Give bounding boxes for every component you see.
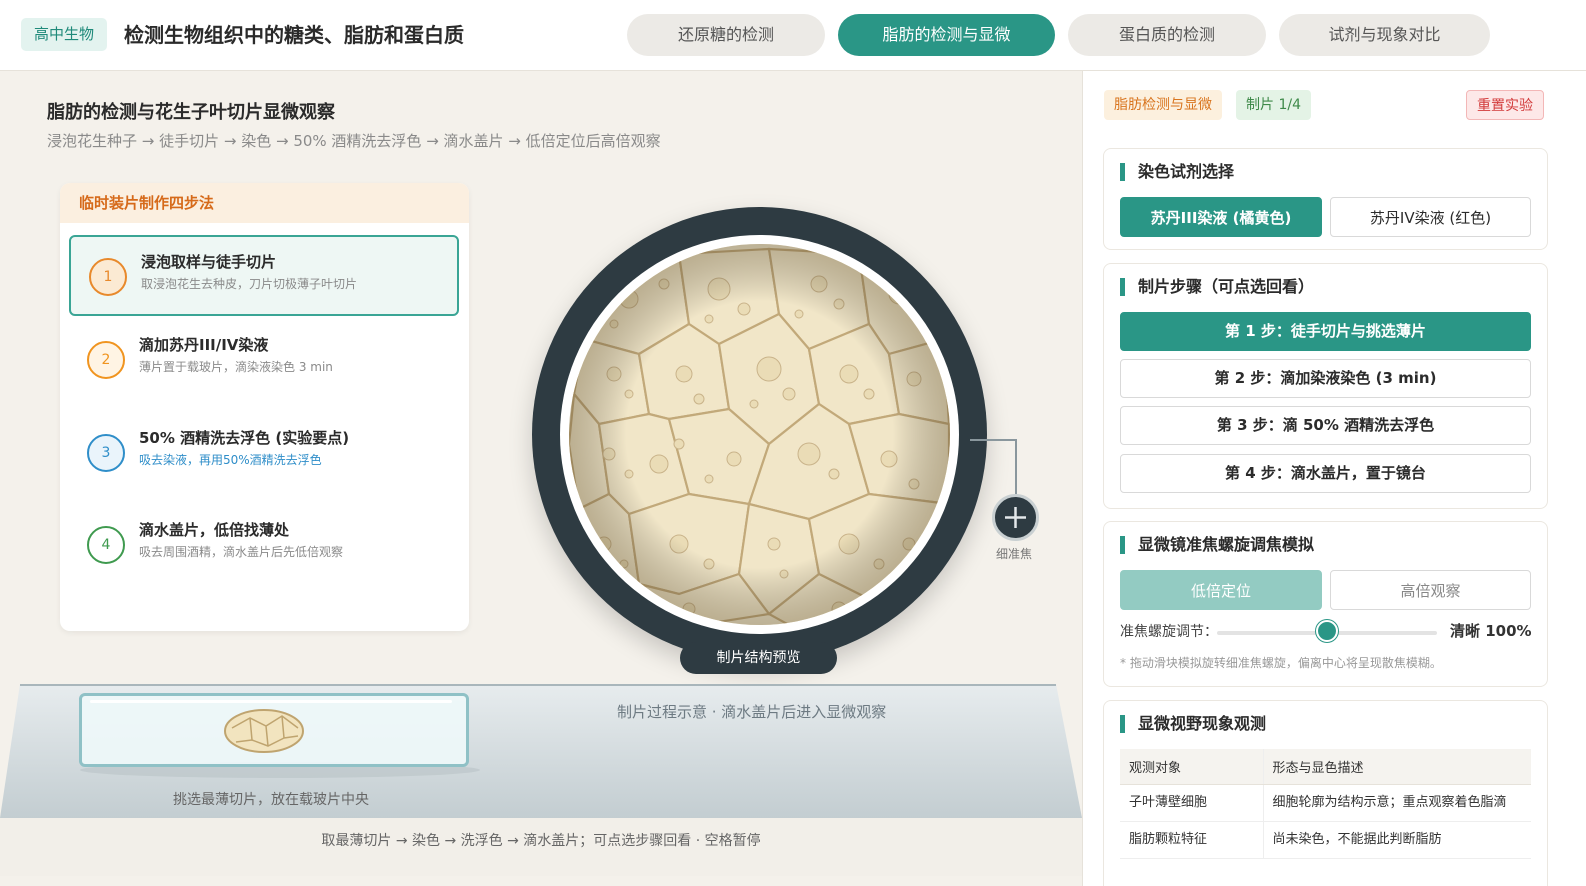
table-cell: 细胞轮廓为结构示意；重点观察着色脂滴 [1263, 784, 1531, 822]
procedure-step-2-button[interactable]: 第 2 步：滴加染液染色 (3 min) [1120, 359, 1531, 398]
prep-step-2[interactable]: 2 滴加苏丹III/IV染液 薄片置于载玻片，滴染液染色 3 min [69, 320, 459, 401]
sudan-iii-button[interactable]: 苏丹III染液 (橘黄色) [1120, 197, 1322, 237]
step-description: 吸去周围酒精，滴水盖片后先低倍观察 [139, 545, 344, 559]
step-title: 滴加苏丹III/IV染液 [139, 336, 269, 354]
prep-step-3[interactable]: 3 50% 酒精洗去浮色 (实验要点) 吸去染液，再用50%酒精洗去浮色 [69, 413, 459, 494]
focus-simulation-section: 显微镜准焦螺旋调焦模拟 低倍定位 高倍观察 准焦螺旋调节： 清晰 100% * … [1103, 521, 1548, 687]
stain-selection-section: 染色试剂选择 苏丹III染液 (橘黄色) 苏丹IV染液 (红色) [1103, 148, 1548, 250]
tab-reducing-sugar[interactable]: 还原糖的检测 [627, 14, 825, 56]
table-cell: 尚未染色，不能据此判断脂肪 [1263, 821, 1531, 859]
fine-focus-knob[interactable] [992, 494, 1039, 541]
tab-reagent-comparison[interactable]: 试剂与现象对比 [1279, 14, 1490, 56]
procedure-step-3-button[interactable]: 第 3 步：滴 50% 酒精洗去浮色 [1120, 406, 1531, 445]
bottom-hint: 取最薄切片 → 染色 → 洗浮色 → 滴水盖片；可点选步骤回看 · 空格暂停 [321, 833, 761, 849]
step-number-badge: 3 [87, 434, 125, 472]
sudan-iv-button[interactable]: 苏丹IV染液 (红色) [1330, 197, 1531, 237]
step-number-badge: 2 [87, 341, 125, 379]
column-header: 形态与显色描述 [1263, 749, 1531, 785]
prep-step-1[interactable]: 1 浸泡取样与徒手切片 取浸泡花生去种皮，刀片切极薄子叶切片 [69, 235, 459, 316]
procedure-step-4-button[interactable]: 第 4 步：滴水盖片，置于镜台 [1120, 454, 1531, 493]
table-header-row: 观测对象 形态与显色描述 [1120, 749, 1531, 785]
microscope-label: 制片结构预览 [680, 642, 837, 674]
focus-hint: * 拖动滑块模拟旋转细准焦螺旋，偏离中心将呈现散焦模糊。 [1120, 656, 1442, 670]
page-title: 检测生物组织中的糖类、脂肪和蛋白质 [124, 23, 464, 47]
steps-card-heading: 临时装片制作四步法 [60, 183, 469, 223]
low-power-button[interactable]: 低倍定位 [1120, 570, 1322, 610]
procedure-section: 制片步骤（可点选回看） 第 1 步：徒手切片与挑选薄片 第 2 步：滴加染液染色… [1103, 263, 1548, 509]
subject-badge: 高中生物 [21, 18, 108, 51]
reset-experiment-button[interactable]: 重置实验 [1466, 90, 1544, 120]
clarity-readout: 清晰 100% [1450, 622, 1532, 640]
step-description: 吸去染液，再用50%酒精洗去浮色 [139, 453, 322, 467]
process-caption: 制片过程示意 · 滴水盖片后进入显微观察 [617, 703, 887, 721]
prep-step-4[interactable]: 4 滴水盖片，低倍找薄处 吸去周围酒精，滴水盖片后先低倍观察 [69, 505, 459, 586]
step-number-badge: 4 [87, 526, 125, 564]
plus-icon [1005, 507, 1026, 528]
table-row: 子叶薄壁细胞 细胞轮廓为结构示意；重点观察着色脂滴 [1120, 784, 1531, 822]
step-title: 50% 酒精洗去浮色 (实验要点) [139, 429, 350, 447]
observation-section: 显微视野现象观测 观测对象 形态与显色描述 子叶薄壁细胞 细胞轮廓为结构示意；重… [1103, 700, 1548, 886]
observation-section-title: 显微视野现象观测 [1120, 715, 1266, 733]
cell-tissue-illustration [569, 244, 950, 625]
observation-table: 观测对象 形态与显色描述 子叶薄壁细胞 细胞轮廓为结构示意；重点观察着色脂滴 脂… [1120, 749, 1531, 859]
mode-chip: 脂肪检测与显微 [1104, 90, 1222, 120]
focus-connector-line [970, 439, 1017, 496]
section-title: 脂肪的检测与花生子叶切片显微观察 [47, 102, 335, 123]
high-power-button[interactable]: 高倍观察 [1330, 570, 1531, 610]
stain-section-title: 染色试剂选择 [1120, 163, 1234, 181]
step-description: 薄片置于载玻片，滴染液染色 3 min [139, 360, 333, 374]
table-row: 脂肪颗粒特征 尚未染色，不能据此判断脂肪 [1120, 821, 1531, 859]
step-description: 取浸泡花生去种皮，刀片切极薄子叶切片 [141, 277, 358, 291]
step-title: 浸泡取样与徒手切片 [141, 253, 277, 271]
top-header: 高中生物 检测生物组织中的糖类、脂肪和蛋白质 还原糖的检测 脂肪的检测与显微 蛋… [0, 0, 1586, 71]
slide-caption: 挑选最薄切片，放在载玻片中央 [173, 792, 369, 808]
steps-card: 临时装片制作四步法 1 浸泡取样与徒手切片 取浸泡花生去种皮，刀片切极薄子叶切片… [60, 183, 469, 631]
focus-slider-thumb[interactable] [1316, 620, 1338, 642]
table-cell: 脂肪颗粒特征 [1120, 821, 1264, 859]
tab-protein-detection[interactable]: 蛋白质的检测 [1068, 14, 1266, 56]
table-cell: 子叶薄壁细胞 [1120, 784, 1264, 822]
tab-fat-detection[interactable]: 脂肪的检测与显微 [838, 14, 1055, 56]
step-title: 滴水盖片，低倍找薄处 [139, 521, 290, 539]
column-header: 观测对象 [1120, 749, 1264, 785]
glass-slide[interactable] [79, 693, 469, 767]
peanut-section-icon [224, 709, 304, 753]
section-subtitle: 浸泡花生种子 → 徒手切片 → 染色 → 50% 酒精洗去浮色 → 滴水盖片 →… [47, 132, 661, 150]
procedure-section-title: 制片步骤（可点选回看） [1120, 278, 1314, 296]
procedure-step-1-button[interactable]: 第 1 步：徒手切片与挑选薄片 [1120, 312, 1531, 351]
progress-chip: 制片 1/4 [1236, 90, 1311, 120]
microscope-field-of-view [569, 244, 950, 625]
focus-section-title: 显微镜准焦螺旋调焦模拟 [1120, 536, 1314, 554]
step-number-badge: 1 [89, 258, 127, 296]
fine-focus-label: 细准焦 [996, 547, 1033, 561]
focus-slider-label: 准焦螺旋调节： [1120, 624, 1218, 640]
